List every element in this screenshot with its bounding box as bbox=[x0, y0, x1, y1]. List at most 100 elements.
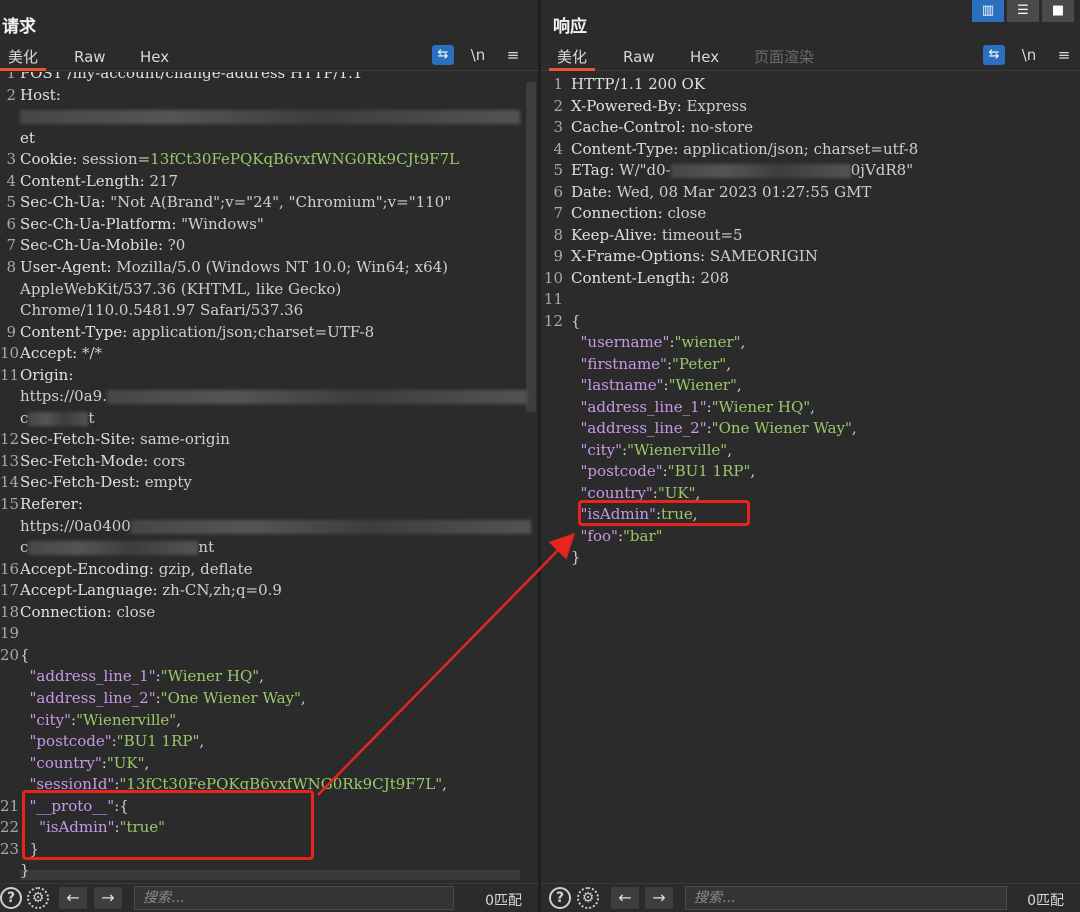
header-name: Sec-Fetch-Dest: bbox=[20, 473, 140, 492]
tab-hex[interactable]: Hex bbox=[682, 46, 727, 68]
tab-pretty[interactable]: 美化 bbox=[549, 46, 596, 71]
line-content[interactable]: Host: bbox=[20, 85, 61, 106]
line-content[interactable]: Sec-Fetch-Site: same-origin bbox=[20, 429, 230, 450]
tab-pretty[interactable]: 美化 bbox=[0, 46, 47, 71]
newline-toggle-icon[interactable]: \n bbox=[1018, 45, 1040, 65]
next-match-button[interactable]: → bbox=[645, 887, 673, 909]
layout-tabs-icon[interactable]: ■ bbox=[1042, 0, 1074, 22]
line-content[interactable]: Connection: close bbox=[571, 203, 706, 224]
code-line: 9 X-Frame-Options: SAMEORIGIN bbox=[541, 246, 1080, 267]
line-content[interactable]: "address_line_2":"One Wiener Way", bbox=[20, 688, 306, 709]
tab-raw[interactable]: Raw bbox=[615, 46, 663, 68]
line-content[interactable]: c nt bbox=[20, 537, 214, 558]
line-content[interactable]: "address_line_2":"One Wiener Way", bbox=[571, 418, 857, 439]
line-content[interactable]: AppleWebKit/537.36 (KHTML, like Gecko) bbox=[20, 279, 341, 300]
line-content[interactable]: "lastname":"Wiener", bbox=[571, 375, 742, 396]
header-name: Keep-Alive: bbox=[571, 225, 658, 244]
pretty-toggle-icon[interactable]: ⇆ bbox=[432, 45, 454, 65]
line-content[interactable]: } bbox=[571, 547, 581, 568]
request-editor[interactable]: 1 POST /my-account/change-address HTTP/1.… bbox=[0, 72, 538, 884]
line-content[interactable]: X-Frame-Options: SAMEORIGIN bbox=[571, 246, 818, 267]
line-content[interactable]: "postcode":"BU1 1RP", bbox=[20, 731, 205, 752]
response-editor[interactable]: 1 HTTP/1.1 200 OK 2 X-Powered-By: Express 3 C… bbox=[541, 72, 1080, 884]
help-icon[interactable]: ? bbox=[0, 887, 22, 909]
line-content[interactable]: { bbox=[571, 311, 581, 332]
layout-side-by-side-icon[interactable]: ▥ bbox=[972, 0, 1004, 22]
header-name: Sec-Fetch-Mode: bbox=[20, 451, 149, 470]
line-content[interactable]: Sec-Fetch-Dest: empty bbox=[20, 472, 192, 493]
line-content[interactable]: "country":"UK", bbox=[20, 753, 150, 774]
line-content[interactable]: Connection: close bbox=[20, 602, 155, 623]
line-content[interactable]: Sec-Ch-Ua: "Not A(Brand";v="24", "Chromi… bbox=[20, 192, 451, 213]
gear-icon[interactable]: ⚙ bbox=[27, 887, 49, 909]
redacted-text bbox=[28, 411, 89, 426]
line-content[interactable]: https://0a0400 bbox=[20, 516, 531, 537]
search-input[interactable]: 搜索... bbox=[134, 886, 454, 910]
line-content[interactable]: User-Agent: Mozilla/5.0 (Windows NT 10.0… bbox=[20, 257, 448, 278]
line-number: 23 bbox=[0, 839, 20, 858]
line-content[interactable]: Chrome/110.0.5481.97 Safari/537.36 bbox=[20, 300, 303, 321]
line-content[interactable]: HTTP/1.1 200 OK bbox=[571, 74, 705, 95]
line-content[interactable]: ETag: W/"d0- 0jVdR8" bbox=[571, 160, 913, 181]
search-input[interactable]: 搜索... bbox=[685, 886, 1007, 910]
line-number: 1 bbox=[6, 72, 16, 82]
line-content[interactable]: Sec-Fetch-Mode: cors bbox=[20, 451, 185, 472]
code-line: 11 bbox=[541, 289, 1080, 310]
header-value: no-store bbox=[685, 118, 754, 136]
line-content[interactable]: Sec-Ch-Ua-Platform: "Windows" bbox=[20, 214, 264, 235]
header-value: c bbox=[20, 538, 29, 557]
line-content[interactable]: "foo":"bar" bbox=[571, 526, 663, 547]
line-content[interactable]: Date: Wed, 08 Mar 2023 01:27:55 GMT bbox=[571, 182, 871, 203]
json-value: "wiener" bbox=[674, 333, 741, 351]
line-content[interactable]: ct bbox=[20, 408, 94, 429]
tab-hex[interactable]: Hex bbox=[132, 46, 177, 68]
code-line: 4 Content-Length: 217 bbox=[0, 171, 538, 192]
previous-match-button[interactable]: ← bbox=[611, 887, 639, 909]
line-content[interactable]: Origin: bbox=[20, 365, 73, 386]
line-content[interactable]: "address_line_1":"Wiener HQ", bbox=[20, 666, 264, 687]
header-name: Content-Length: bbox=[20, 171, 145, 190]
header-name: POST /my-account/change-address HTTP/1.1 bbox=[20, 72, 363, 82]
line-content[interactable]: } bbox=[20, 860, 30, 881]
line-content[interactable]: Cookie: session=13fCt30FePQKqB6vxfWNG0Rk… bbox=[20, 149, 459, 170]
line-content[interactable]: Accept-Language: zh-CN,zh;q=0.9 bbox=[20, 580, 282, 601]
line-content[interactable]: "username":"wiener", bbox=[571, 332, 746, 353]
pretty-toggle-icon[interactable]: ⇆ bbox=[983, 45, 1005, 65]
line-content[interactable] bbox=[20, 106, 520, 127]
line-content[interactable]: "address_line_1":"Wiener HQ", bbox=[571, 397, 815, 418]
line-content[interactable]: Accept-Encoding: gzip, deflate bbox=[20, 559, 253, 580]
newline-toggle-icon[interactable]: \n bbox=[467, 45, 489, 65]
tab-raw[interactable]: Raw bbox=[66, 46, 114, 68]
line-content[interactable]: Content-Length: 217 bbox=[20, 171, 178, 192]
line-content[interactable]: "postcode":"BU1 1RP", bbox=[571, 461, 756, 482]
layout-stacked-icon[interactable]: ☰ bbox=[1007, 0, 1039, 22]
line-content[interactable]: "city":"Wienerville", bbox=[20, 710, 181, 731]
menu-icon[interactable]: ≡ bbox=[1053, 45, 1075, 65]
redacted-text bbox=[20, 110, 520, 125]
next-match-button[interactable]: → bbox=[94, 887, 122, 909]
tab-render[interactable]: 页面渲染 bbox=[746, 46, 822, 68]
line-content[interactable]: Keep-Alive: timeout=5 bbox=[571, 225, 743, 246]
line-content[interactable]: Cache-Control: no-store bbox=[571, 117, 753, 138]
line-content[interactable]: Accept: */* bbox=[20, 343, 102, 364]
line-content[interactable]: Content-Type: application/json;charset=U… bbox=[20, 322, 374, 343]
line-content[interactable]: "firstname":"Peter", bbox=[571, 354, 731, 375]
gear-icon[interactable]: ⚙ bbox=[577, 887, 599, 909]
line-content[interactable]: { bbox=[20, 645, 30, 666]
menu-icon[interactable]: ≡ bbox=[502, 45, 524, 65]
line-content[interactable]: https://0a9. bbox=[20, 386, 527, 407]
help-icon[interactable]: ? bbox=[549, 887, 571, 909]
line-content[interactable]: Content-Type: application/json; charset=… bbox=[571, 139, 918, 160]
line-content[interactable]: Content-Length: 208 bbox=[571, 268, 729, 289]
code-line: et bbox=[0, 128, 538, 149]
line-content[interactable]: Referer: bbox=[20, 494, 83, 515]
line-content[interactable]: POST /my-account/change-address HTTP/1.1 bbox=[20, 72, 362, 84]
line-number: 3 bbox=[553, 118, 563, 136]
line-content[interactable]: "city":"Wienerville", bbox=[571, 440, 732, 461]
header-value-tail: t bbox=[88, 408, 95, 427]
header-name: Connection: bbox=[571, 204, 663, 222]
line-content[interactable]: X-Powered-By: Express bbox=[571, 96, 747, 117]
line-content[interactable]: et bbox=[20, 128, 35, 149]
previous-match-button[interactable]: ← bbox=[59, 887, 87, 909]
line-content[interactable]: Sec-Ch-Ua-Mobile: ?0 bbox=[20, 235, 185, 256]
